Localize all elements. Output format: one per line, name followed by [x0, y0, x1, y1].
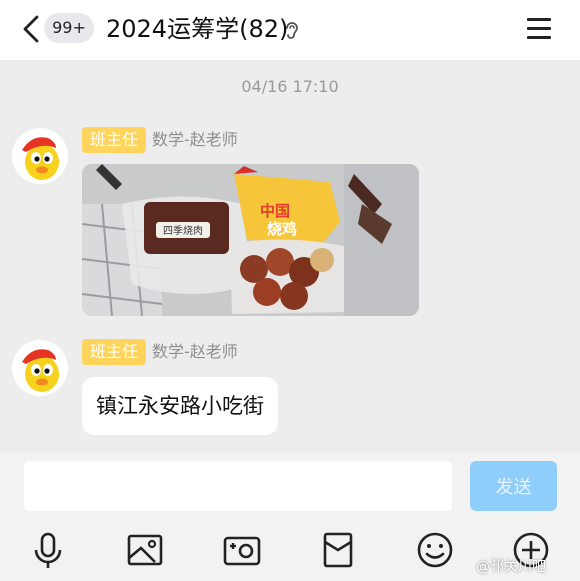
- snack-photo-image: 四季烧肉 中国 烧鸡: [82, 164, 419, 316]
- ear-icon[interactable]: [283, 19, 301, 41]
- package-label-text: 中国: [260, 202, 290, 220]
- role-badge: 班主任: [82, 339, 147, 365]
- message-input[interactable]: [24, 461, 452, 511]
- composer-bar: 发送: [0, 452, 580, 522]
- send-button[interactable]: 发送: [470, 461, 557, 511]
- image-icon[interactable]: [125, 530, 165, 570]
- avatar[interactable]: [12, 128, 68, 184]
- microphone-icon[interactable]: [28, 530, 68, 570]
- back-icon[interactable]: [20, 14, 42, 44]
- chat-title: 2024运筹学(82): [106, 15, 289, 43]
- chat-header: 99+ 2024运筹学(82): [0, 0, 580, 60]
- cartoon-duck-avatar-icon: [12, 340, 68, 396]
- cartoon-duck-avatar-icon: [12, 128, 68, 184]
- sender-name[interactable]: 数学-赵老师: [152, 127, 238, 153]
- file-icon[interactable]: [318, 530, 358, 570]
- sender-name[interactable]: 数学-赵老师: [152, 339, 238, 365]
- package-label-text: 烧鸡: [267, 220, 297, 238]
- package-label-text: 四季烧肉: [163, 224, 203, 237]
- message-timestamp: 04/16 17:10: [241, 77, 339, 96]
- photo-message[interactable]: 四季烧肉 中国 烧鸡: [82, 164, 419, 316]
- text-message-bubble[interactable]: 镇江永安路小吃街: [82, 377, 278, 435]
- menu-icon[interactable]: [527, 18, 551, 40]
- role-badge: 班主任: [82, 127, 147, 153]
- emoji-icon[interactable]: [415, 530, 455, 570]
- camera-icon[interactable]: [222, 530, 262, 570]
- unread-count-badge[interactable]: 99+: [44, 13, 94, 43]
- watermark: @邗关川吧: [476, 559, 546, 575]
- avatar[interactable]: [12, 340, 68, 396]
